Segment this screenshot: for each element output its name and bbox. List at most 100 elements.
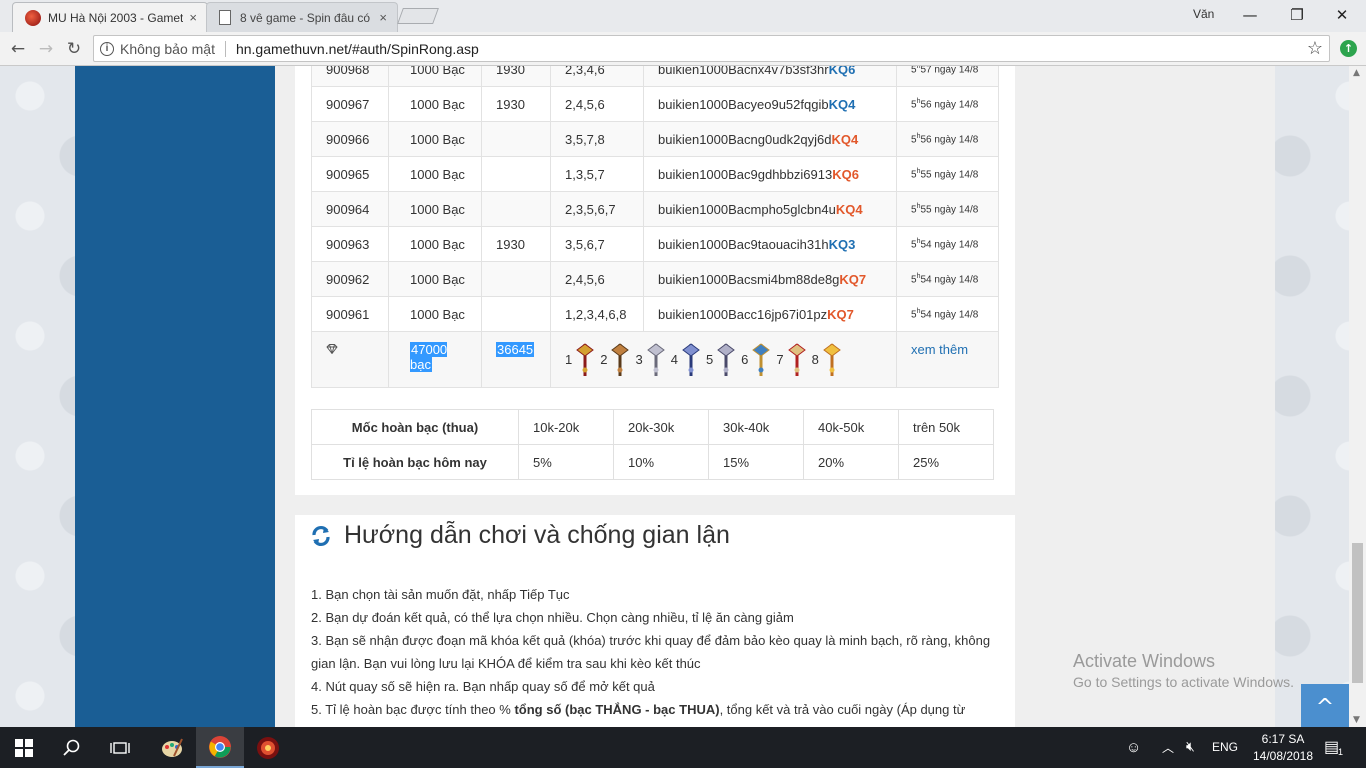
table-row: Mốc hoàn bạc (thua) 10k-20k 20k-30k 30k-… [311, 409, 994, 445]
tab-mu-hanoi[interactable]: MU Hà Nội 2003 - Gamet × [12, 2, 208, 32]
time-text: 54 ngày 14/8 [920, 239, 979, 251]
result-option[interactable]: 1 [565, 340, 596, 378]
spin-id: 900961 [311, 296, 389, 332]
close-window-button[interactable]: ✕ [1327, 4, 1357, 26]
security-label[interactable]: Không bảo mật [120, 41, 215, 57]
back-to-top-button[interactable]: ^ [1301, 684, 1349, 727]
maximize-button[interactable]: ❐ [1282, 4, 1312, 26]
picks: 3,5,7,8 [550, 121, 644, 157]
profile-name[interactable]: Văn [1193, 7, 1214, 21]
lock-code-text: buikien1000Bac9gdhbbzi6913 [658, 166, 833, 182]
tab-title: 8 vê game - Spin đâu có [240, 10, 371, 25]
page-scrollbar[interactable]: ▲ ▼ [1349, 66, 1366, 727]
rebate-table: Mốc hoàn bạc (thua) 10k-20k 20k-30k 30k-… [311, 409, 994, 480]
weapon-icon [752, 343, 771, 376]
lock-code-text: buikien1000Bacnx4v7b3sf3hr [658, 66, 829, 77]
picks: 2,3,5,6,7 [550, 191, 644, 227]
picks: 1,3,5,7 [550, 156, 644, 192]
total-win: 36645 [496, 342, 535, 357]
chevron-up-icon[interactable]: ︿ [1162, 739, 1174, 756]
forward-button[interactable]: → [34, 37, 58, 61]
reload-button[interactable]: ↻ [62, 37, 86, 61]
watermark-line2: Go to Settings to activate Windows. [1073, 674, 1294, 690]
result-badge: KQ6 [832, 166, 859, 182]
spin-time: 5h57 ngày 14/8 [896, 66, 999, 87]
scrollbar-thumb[interactable] [1352, 543, 1363, 683]
paint-app-button[interactable] [148, 727, 196, 768]
spin-id: 900966 [311, 121, 389, 157]
search-button[interactable] [48, 727, 96, 768]
list-item: 4. Nút quay số sẽ hiện ra. Bạn nhấp quay… [311, 679, 655, 694]
update-icon[interactable]: ↑ [1340, 40, 1357, 57]
guide-title: Hướng dẫn chơi và chống gian lận [344, 521, 730, 549]
people-icon[interactable]: ☺ [1126, 739, 1141, 756]
mu-game-app-button[interactable] [244, 727, 292, 768]
bet-amount: 1000 Bạc [388, 191, 482, 227]
rate-cell: 20% [803, 444, 899, 480]
chrome-app-button[interactable] [196, 727, 244, 768]
volume-muted-icon[interactable]: 🔇︎ [1186, 738, 1195, 755]
lock-code-text: buikien1000Bacsmi4bm88de8g [658, 271, 840, 287]
star-icon[interactable]: ☆ [1307, 38, 1323, 59]
time-text: 55 ngày 14/8 [920, 204, 979, 216]
spin-id: 900968 [311, 66, 389, 87]
back-button[interactable]: ← [6, 37, 30, 61]
result-badge: KQ7 [839, 271, 867, 287]
tab-spin[interactable]: 8 vê game - Spin đâu có × [206, 2, 398, 32]
info-icon[interactable]: i [100, 41, 114, 56]
list-item: 5. Tỉ lệ hoàn bạc được tính theo % tổng … [311, 698, 991, 727]
result-option[interactable]: 2 [600, 340, 631, 378]
task-view-button[interactable] [96, 727, 144, 768]
result-option[interactable]: 6 [741, 340, 772, 378]
time-text: 54 ngày 14/8 [920, 274, 979, 286]
see-more-link[interactable]: xem thêm [911, 342, 968, 357]
milestone-cell: 30k-40k [708, 409, 804, 445]
url-text[interactable]: hn.gamethuvn.net/#auth/SpinRong.asp [236, 41, 479, 57]
lock-code: buikien1000Bac9gdhbbzi6913KQ6 [643, 156, 897, 192]
start-button[interactable] [0, 727, 48, 768]
time-text: 57 ngày 14/8 [920, 66, 979, 76]
spin-time: 5h54 ngày 14/8 [896, 296, 999, 332]
scroll-down-icon[interactable]: ▼ [1353, 715, 1360, 725]
scroll-up-icon[interactable]: ▲ [1353, 68, 1360, 78]
tab-close-icon[interactable]: × [189, 10, 197, 25]
result-option[interactable]: 4 [671, 340, 702, 378]
option-number: 1 [565, 351, 573, 367]
spin-results-table: 900968 1000 Bạc 1930 2,3,4,6 buikien1000Bacn… [311, 66, 999, 388]
left-side-panel [75, 66, 275, 727]
option-number: 8 [811, 351, 819, 367]
activation-watermark: Activate Windows Go to Settings to activ… [1073, 651, 1294, 690]
spin-time: 5h55 ngày 14/8 [896, 156, 999, 192]
guide-list: 1. Bạn chọn tài sản muốn đặt, nhấp Tiếp … [311, 583, 991, 727]
win-amount: 1930 [481, 66, 551, 87]
new-tab-button[interactable] [397, 8, 439, 24]
language-indicator[interactable]: ENG [1212, 740, 1238, 754]
notification-icon[interactable]: ▤ [1324, 737, 1339, 757]
table-row: 900966 1000 Bạc 3,5,7,8 buikien1000Bacng0ud… [311, 121, 999, 157]
bet-amount: 1000 Bạc [388, 121, 482, 157]
address-bar[interactable]: i Không bảo mật hn.gamethuvn.net/#auth/S… [93, 35, 1330, 62]
minimize-button[interactable]: — [1235, 4, 1265, 26]
total-bet-cell: 47000 bạc [388, 331, 482, 388]
result-option[interactable]: 5 [706, 340, 737, 378]
result-option[interactable]: 3 [635, 340, 666, 378]
tab-title: MU Hà Nội 2003 - Gamet [48, 10, 184, 25]
tab-close-icon[interactable]: × [379, 10, 387, 25]
weapon-icon [646, 343, 665, 376]
clock-date: 14/08/2018 [1252, 749, 1314, 763]
bet-amount: 1000 Bạc [388, 296, 482, 332]
lock-code: buikien1000Bacmpho5glcbn4uKQ4 [643, 191, 897, 227]
rate-cell: 5% [518, 444, 614, 480]
spin-id: 900965 [311, 156, 389, 192]
clock-time: 6:17 SA [1261, 732, 1305, 746]
picks: 2,3,4,6 [550, 66, 644, 87]
task-view-icon [110, 741, 130, 754]
milestone-cell: 20k-30k [613, 409, 709, 445]
result-badge: KQ7 [827, 306, 854, 322]
table-row: 900961 1000 Bạc 1,2,3,4,6,8 buikien1000Bacc… [311, 296, 999, 332]
bet-amount: 1000 Bạc [388, 86, 482, 122]
list-item-bold: tổng số (bạc THẮNG - bạc THUA) [514, 702, 720, 717]
result-option[interactable]: 7 [776, 340, 807, 378]
clock[interactable]: 6:17 SA 14/08/2018 [1248, 731, 1318, 765]
result-option[interactable]: 8 [812, 340, 843, 378]
